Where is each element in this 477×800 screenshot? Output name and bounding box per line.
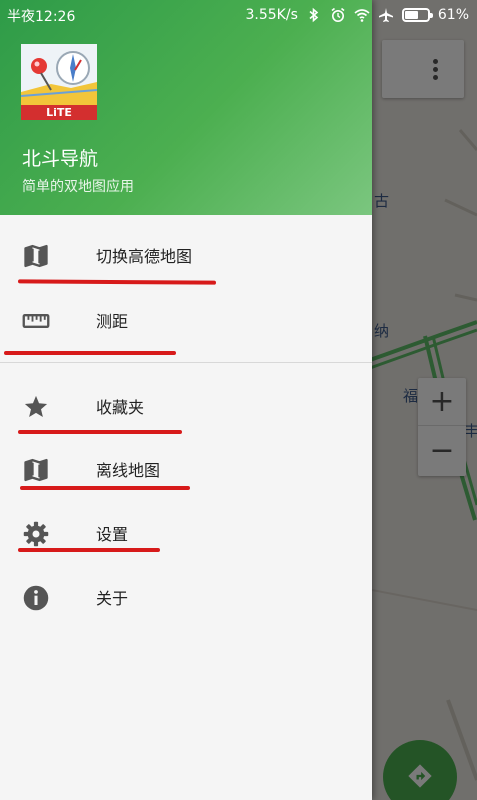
menu-item-label: 收藏夹 — [96, 398, 145, 417]
menu-divider — [0, 362, 372, 363]
navigation-drawer: LiTE 北斗导航 简单的双地图应用 切换高德地图 测距 收藏夹 离线地图 设置… — [0, 0, 372, 800]
menu-item-label: 离线地图 — [96, 461, 161, 480]
app-logo: LiTE — [21, 44, 97, 120]
battery-level — [404, 11, 418, 19]
network-speed: 3.55K/s — [245, 7, 298, 23]
menu-item-offline-map[interactable]: 离线地图 — [0, 441, 372, 499]
battery-icon — [401, 8, 433, 22]
battery-percent: 61% — [437, 7, 469, 23]
airplane-mode-icon — [378, 8, 393, 22]
menu-item-label: 设置 — [96, 525, 129, 544]
menu-item-favorites[interactable]: 收藏夹 — [0, 378, 372, 436]
app-subtitle: 简单的双地图应用 — [22, 179, 134, 195]
bluetooth-icon — [309, 7, 319, 23]
menu-item-settings[interactable]: 设置 — [0, 505, 372, 563]
drawer-header: LiTE 北斗导航 简单的双地图应用 — [0, 0, 372, 215]
map-icon — [24, 458, 48, 482]
map-icon — [24, 244, 48, 268]
annotation-underline — [18, 548, 160, 552]
menu-item-label: 切换高德地图 — [96, 247, 193, 266]
wifi-icon — [354, 9, 370, 22]
lite-badge: LiTE — [21, 105, 97, 120]
menu-item-measure-distance[interactable]: 测距 — [0, 292, 372, 350]
alarm-icon — [331, 7, 345, 22]
star-icon — [24, 395, 48, 418]
app-title: 北斗导航 — [22, 148, 99, 170]
info-icon — [23, 585, 49, 611]
annotation-underline — [18, 430, 182, 434]
gear-icon — [23, 521, 49, 547]
menu-item-switch-amap[interactable]: 切换高德地图 — [0, 227, 372, 285]
menu-item-label: 测距 — [96, 312, 129, 331]
annotation-underline — [20, 486, 190, 490]
ruler-icon — [22, 314, 50, 328]
status-bar: 半夜12:26 3.55K/s 61% — [0, 0, 477, 30]
menu-item-about[interactable]: 关于 — [0, 569, 372, 627]
menu-item-label: 关于 — [96, 589, 129, 608]
annotation-underline — [4, 351, 176, 355]
status-time: 半夜12:26 — [7, 9, 76, 25]
